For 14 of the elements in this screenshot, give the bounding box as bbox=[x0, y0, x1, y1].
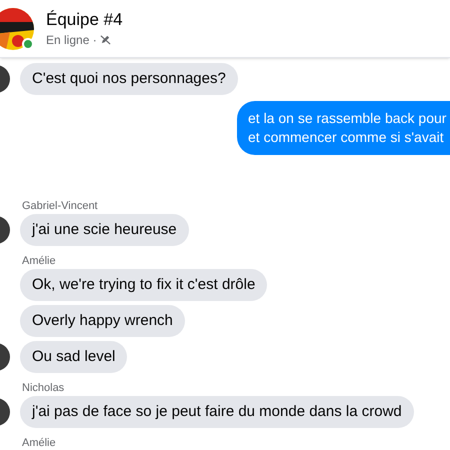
muted-pencil-icon bbox=[100, 34, 111, 45]
chat-title: Équipe #4 bbox=[46, 8, 123, 30]
message-bubble: C'est quoi nos personnages? bbox=[20, 63, 238, 95]
message-bubble: Overly happy wrench bbox=[20, 305, 185, 337]
sender-name: Amélie bbox=[22, 438, 57, 449]
message-bubble: Ok, we're trying to fix it c'est drôle bbox=[20, 269, 268, 301]
sender-name: Gabriel-Vincent bbox=[22, 201, 99, 212]
status-text: En ligne · bbox=[46, 32, 97, 48]
message-bubble: j'ai une scie heureuse bbox=[20, 214, 189, 246]
sender-name: Nicholas bbox=[22, 383, 66, 394]
message-bubble: Ou sad level bbox=[20, 341, 128, 373]
message-bubble: j'ai pas de face so je peut faire du monde dans la crowd bbox=[20, 396, 414, 428]
message-bubble: et la on se rassemble back pour et commencer comme si s'avait bbox=[237, 101, 450, 155]
sender-name: Amélie bbox=[22, 256, 57, 267]
